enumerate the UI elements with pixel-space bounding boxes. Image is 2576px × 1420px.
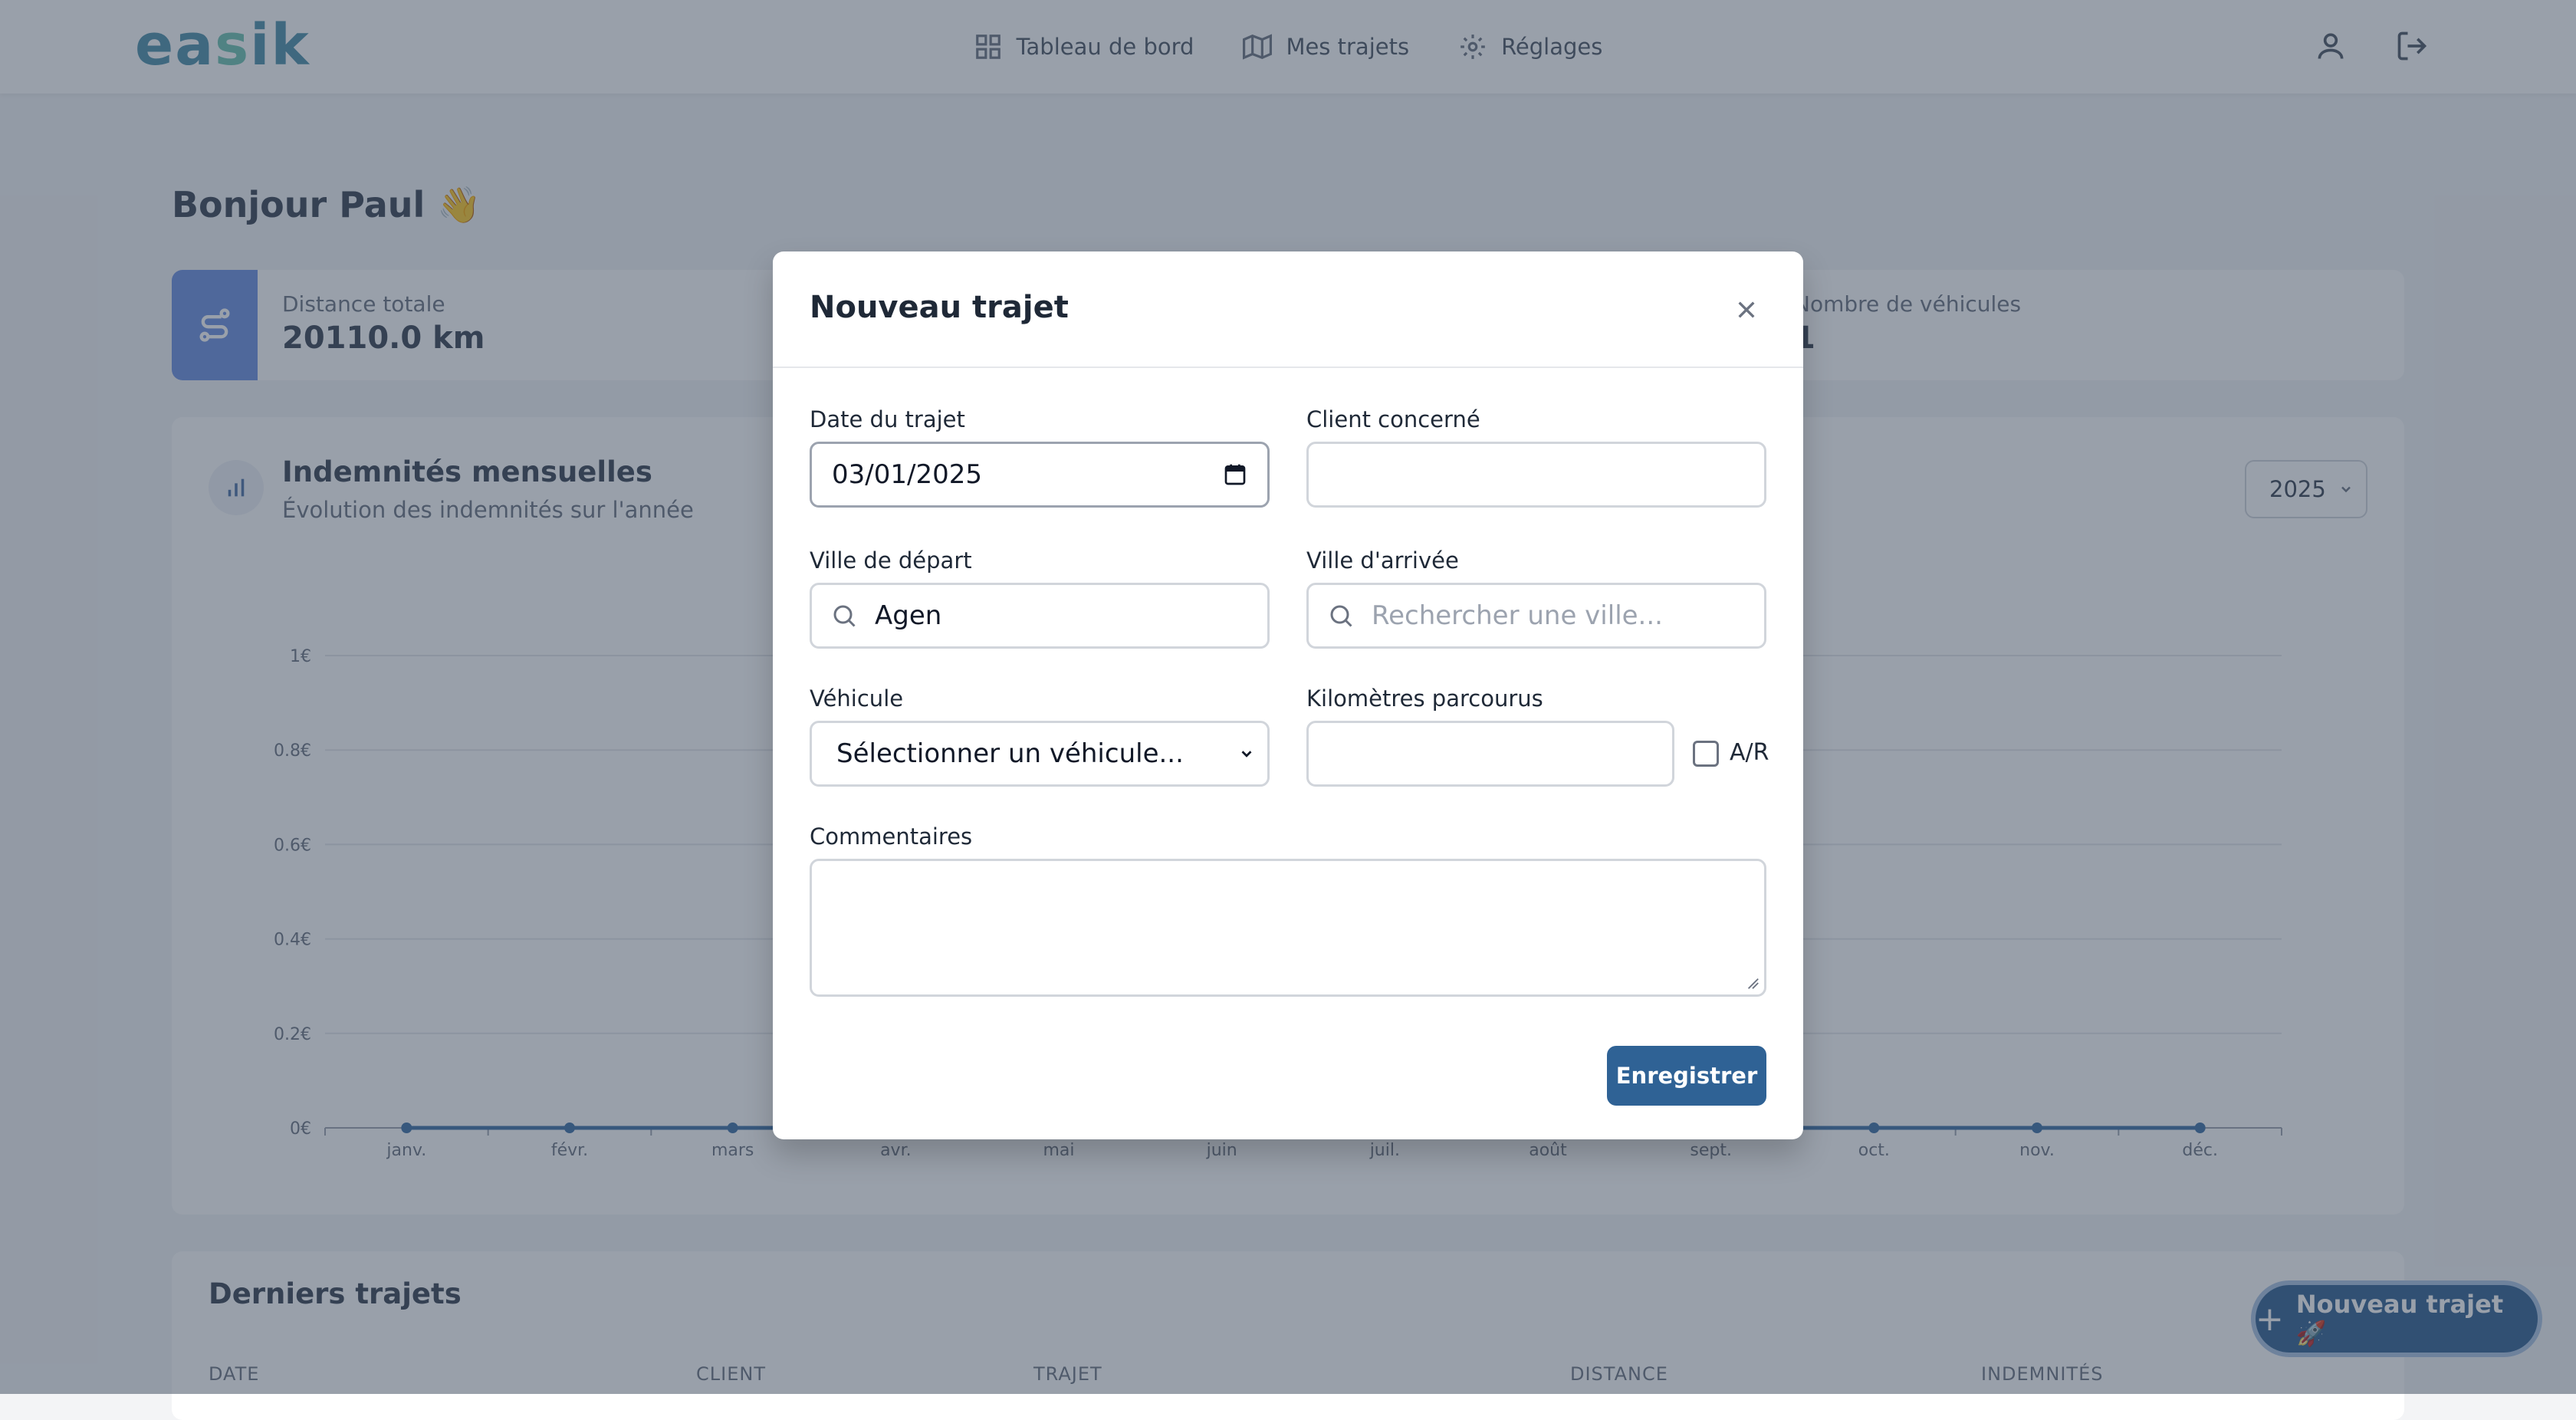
km-label: Kilomètres parcourus	[1306, 685, 1543, 712]
arrivee-city-placeholder: Rechercher une ville...	[1372, 600, 1663, 631]
resize-handle-icon[interactable]	[1746, 976, 1760, 990]
depart-label: Ville de départ	[810, 547, 972, 574]
calendar-icon[interactable]	[1223, 462, 1247, 487]
depart-city-value: Agen	[875, 600, 942, 631]
vehicule-label: Véhicule	[810, 685, 904, 712]
date-value: 03/01/2025	[832, 459, 982, 490]
chevron-down-icon	[1241, 751, 1252, 758]
client-label: Client concerné	[1306, 406, 1480, 432]
close-button[interactable]	[1727, 290, 1766, 330]
comments-label: Commentaires	[810, 823, 973, 850]
vehicule-select[interactable]: Sélectionner un véhicule...	[810, 721, 1270, 787]
new-trip-modal: Nouveau trajet Date du trajet 03/01/2025…	[773, 251, 1803, 1139]
date-input[interactable]: 03/01/2025	[810, 442, 1270, 508]
arrivee-label: Ville d'arrivée	[1306, 547, 1459, 574]
round-trip-label[interactable]: A/R	[1730, 739, 1769, 766]
date-label: Date du trajet	[810, 406, 965, 432]
round-trip-checkbox[interactable]	[1693, 741, 1719, 767]
depart-city-input[interactable]: Agen	[810, 583, 1270, 649]
save-button[interactable]: Enregistrer	[1607, 1046, 1766, 1106]
modal-header: Nouveau trajet	[773, 251, 1803, 368]
client-input[interactable]	[1306, 442, 1766, 508]
modal-title: Nouveau trajet	[810, 290, 1069, 325]
close-icon	[1738, 301, 1755, 318]
search-icon	[833, 605, 856, 627]
arrivee-city-input[interactable]: Rechercher une ville...	[1306, 583, 1766, 649]
search-icon	[1330, 605, 1352, 627]
km-input[interactable]	[1306, 721, 1674, 787]
comments-textarea[interactable]	[810, 859, 1766, 997]
vehicule-select-value: Sélectionner un véhicule...	[836, 738, 1184, 769]
